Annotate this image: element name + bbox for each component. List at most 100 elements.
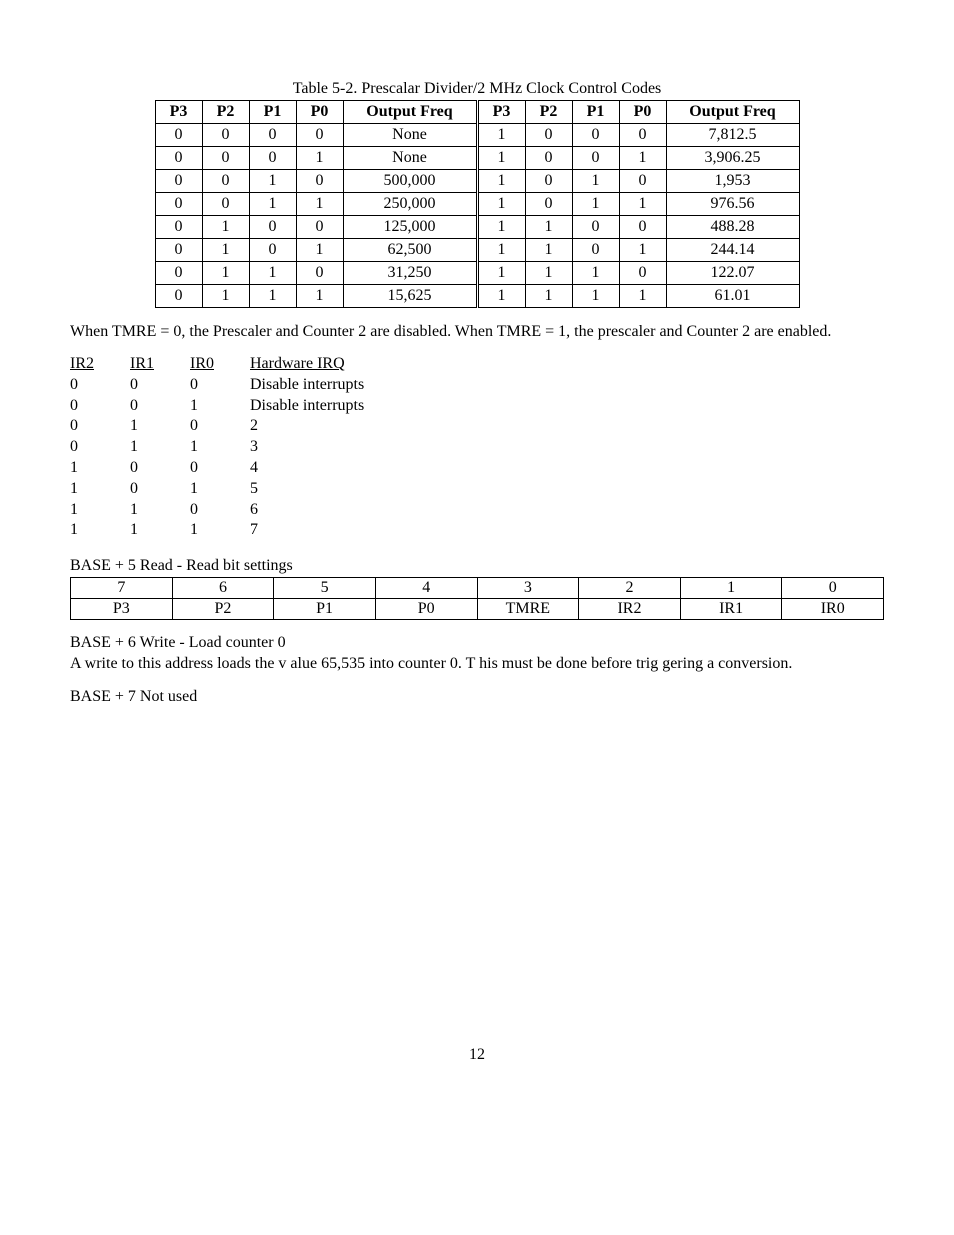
bit-name: P0 (375, 599, 477, 620)
cell: 0 (296, 216, 343, 239)
irq-cell: 0 (190, 500, 250, 521)
bit-num: 5 (274, 578, 376, 599)
irq-cell: 0 (70, 375, 130, 396)
base6-heading: BASE + 6 Write - Load counter 0 (70, 634, 884, 652)
cell: 1 (525, 239, 572, 262)
bit-name: IR1 (680, 599, 782, 620)
irq-cell: 1 (130, 437, 190, 458)
cell: 1 (477, 170, 525, 193)
cell: 0 (525, 124, 572, 147)
irq-cell: 0 (130, 458, 190, 479)
bit-name: P3 (71, 599, 173, 620)
irq-cell: 1 (130, 416, 190, 437)
cell: 1 (477, 262, 525, 285)
irq-cell: 0 (70, 416, 130, 437)
cell: 31,250 (343, 262, 477, 285)
base5-heading: BASE + 5 Read - Read bit settings (70, 557, 884, 575)
cell: 1 (619, 147, 666, 170)
cell: 1 (477, 147, 525, 170)
cell: 1 (477, 239, 525, 262)
cell: 0 (619, 216, 666, 239)
col-header: Output Freq (666, 101, 799, 124)
base6-paragraph: A write to this address loads the v alue… (70, 654, 884, 674)
cell: 500,000 (343, 170, 477, 193)
cell: 0 (619, 124, 666, 147)
cell: 0 (249, 124, 296, 147)
cell: 1 (619, 193, 666, 216)
irq-cell: 0 (130, 375, 190, 396)
irq-cell: 2 (250, 416, 884, 437)
cell: 1 (525, 262, 572, 285)
irq-header: IR1 (130, 354, 190, 375)
irq-cell: 0 (190, 458, 250, 479)
cell: 1 (202, 262, 249, 285)
bit-name: TMRE (477, 599, 579, 620)
cell: 0 (249, 239, 296, 262)
irq-cell: 0 (70, 437, 130, 458)
cell: 244.14 (666, 239, 799, 262)
irq-cell: 1 (70, 479, 130, 500)
cell: 0 (155, 262, 202, 285)
irq-cell: 0 (190, 416, 250, 437)
bit-name: P2 (172, 599, 274, 620)
col-header: P1 (249, 101, 296, 124)
col-header: Output Freq (343, 101, 477, 124)
irq-cell: 4 (250, 458, 884, 479)
cell: 0 (202, 147, 249, 170)
cell: 0 (572, 147, 619, 170)
cell: 0 (155, 193, 202, 216)
cell: 125,000 (343, 216, 477, 239)
cell: 0 (572, 216, 619, 239)
bit-name: IR0 (782, 599, 884, 620)
cell: 1 (525, 285, 572, 308)
cell: None (343, 124, 477, 147)
cell: 0 (155, 124, 202, 147)
irq-cell: 0 (130, 479, 190, 500)
irq-cell: Disable interrupts (250, 396, 884, 417)
col-header: P3 (155, 101, 202, 124)
cell: 61.01 (666, 285, 799, 308)
cell: 0 (525, 147, 572, 170)
irq-cell: 1 (190, 437, 250, 458)
cell: 1 (296, 239, 343, 262)
cell: 0 (202, 170, 249, 193)
cell: 0 (619, 262, 666, 285)
cell: 0 (202, 124, 249, 147)
cell: 1 (477, 124, 525, 147)
cell: 1 (572, 285, 619, 308)
cell: 0 (249, 147, 296, 170)
irq-cell: 1 (130, 520, 190, 541)
cell: 0 (296, 262, 343, 285)
irq-cell: 3 (250, 437, 884, 458)
cell: 1 (296, 147, 343, 170)
irq-cell: 1 (70, 458, 130, 479)
irq-cell: 0 (130, 396, 190, 417)
table-caption: Table 5-2. Prescalar Divider/2 MHz Clock… (70, 80, 884, 98)
cell: 0 (155, 285, 202, 308)
cell: 0 (202, 193, 249, 216)
cell: 1 (249, 170, 296, 193)
col-header: P3 (477, 101, 525, 124)
col-header: P1 (572, 101, 619, 124)
cell: 1 (249, 285, 296, 308)
cell: 62,500 (343, 239, 477, 262)
bit-name: P1 (274, 599, 376, 620)
irq-cell: 1 (70, 500, 130, 521)
tmre-paragraph: When TMRE = 0, the Prescaler and Counter… (70, 322, 884, 342)
cell: 0 (572, 124, 619, 147)
cell: 1,953 (666, 170, 799, 193)
cell: 1 (572, 262, 619, 285)
bit-num: 2 (579, 578, 681, 599)
cell: 0 (525, 170, 572, 193)
cell: 250,000 (343, 193, 477, 216)
col-header: P2 (525, 101, 572, 124)
cell: 0 (155, 216, 202, 239)
base7-heading: BASE + 7 Not used (70, 688, 884, 706)
cell: 7,812.5 (666, 124, 799, 147)
irq-header: IR0 (190, 354, 250, 375)
cell: 1 (202, 285, 249, 308)
cell: 0 (572, 239, 619, 262)
cell: 1 (619, 239, 666, 262)
cell: 0 (155, 239, 202, 262)
irq-header: IR2 (70, 354, 130, 375)
